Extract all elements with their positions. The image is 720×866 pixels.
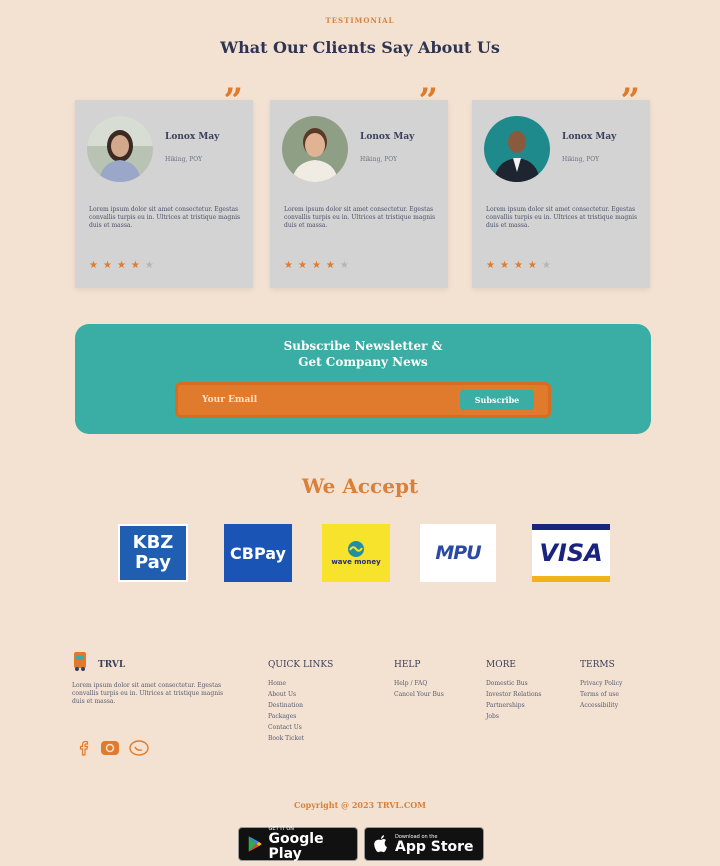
social-links [76,740,150,756]
star-icon: ★ [116,260,126,271]
star-empty-icon: ★ [541,260,551,271]
youtube-icon[interactable] [100,740,120,756]
footer-link-investor-relations[interactable]: Investor Relations [486,689,556,700]
whatsapp-icon[interactable] [128,740,150,756]
footer-link-jobs[interactable]: Jobs [486,711,556,722]
testimonial-card: ” Lonox May Hiking, POY Lorem ipsum dolo… [472,84,650,288]
testimonial-text: Lorem ipsum dolor sit amet consectetur. … [486,206,638,229]
wave-icon [348,541,364,557]
client-name: Lonox May [165,132,220,142]
star-empty-icon: ★ [144,260,154,271]
star-icon: ★ [325,260,335,271]
subscribe-button[interactable]: Subscribe [460,390,534,410]
rating: ★ ★ ★ ★ ★ [284,260,349,271]
star-icon: ★ [130,260,140,271]
copyright: Copyright @ 2023 TRVL.COM [293,800,427,810]
avatar [282,116,348,182]
visa-logo: VISA [532,524,610,582]
star-icon: ★ [513,260,523,271]
newsletter-title-line: Get Company News [298,355,428,369]
footer-link-faq[interactable]: Help / FAQ [394,678,444,689]
quote-icon: ” [223,81,243,121]
facebook-icon[interactable] [76,740,92,756]
wavemoney-logo: wave money [322,524,390,582]
newsletter-title-line: Subscribe Newsletter & [283,339,443,353]
kbzpay-logo: KBZ Pay [118,524,188,582]
footer-link-home[interactable]: Home [268,678,333,689]
client-name: Lonox May [360,132,415,142]
footer-link-domestic-bus[interactable]: Domestic Bus [486,678,556,689]
testimonial-card: ” Lonox May Hiking, POY Lorem ipsum dolo… [75,84,253,288]
section-title: What Our Clients Say About Us [220,38,500,57]
wavemoney-logo-text: wave money [331,558,381,566]
footer-link-contact[interactable]: Contact Us [268,722,333,733]
client-name: Lonox May [562,132,617,142]
kbzpay-logo-text: KBZ [132,532,174,553]
star-icon: ★ [486,260,495,271]
brand-description: Lorem ipsum dolor sit amet consectetur. … [72,682,224,705]
rating: ★ ★ ★ ★ ★ [89,260,154,271]
footer-column-terms: TERMS Privacy Policy Terms of use Access… [580,660,622,711]
star-empty-icon: ★ [339,260,349,271]
star-icon: ★ [284,260,293,271]
footer-link-about[interactable]: About Us [268,689,333,700]
footer-link-terms-of-use[interactable]: Terms of use [580,689,622,700]
star-icon: ★ [311,260,321,271]
star-icon: ★ [499,260,509,271]
google-play-button[interactable]: GET IT ON Google Play [238,826,358,862]
bus-logo-icon [74,652,86,671]
testimonial-text: Lorem ipsum dolor sit amet consectetur. … [89,206,241,229]
cbpay-logo: CBPay [224,524,292,582]
app-store-button[interactable]: Download on the App Store [364,827,484,861]
footer-link-destination[interactable]: Destination [268,700,333,711]
email-input[interactable] [202,392,422,408]
kbzpay-logo-text: Pay [134,552,172,573]
mpu-logo: MPU [420,524,496,582]
star-icon: ★ [89,260,98,271]
client-role: Hiking, POY [360,156,398,163]
footer-link-accessibility[interactable]: Accessibility [580,700,622,711]
footer-column-title: QUICK LINKS [268,660,334,670]
quote-icon: ” [620,81,640,121]
avatar [484,116,550,182]
google-play-icon [248,836,262,852]
footer-column-quick-links: QUICK LINKS Home About Us Destination Pa… [268,660,333,744]
client-role: Hiking, POY [562,156,600,163]
footer-column-title: MORE [486,660,516,670]
store-name: App Store [395,838,474,855]
footer-column-title: TERMS [580,660,615,670]
apple-icon [374,835,387,853]
client-role: Hiking, POY [165,156,203,163]
section-kicker: TESTIMONIAL [325,16,395,25]
newsletter-title: Subscribe Newsletter & Get Company News [75,338,651,370]
brand-name: TRVL [98,660,126,670]
store-name: Google Play [268,831,324,862]
footer-column-help: HELP Help / FAQ Cancel Your Bus [394,660,444,700]
newsletter-banner: Subscribe Newsletter & Get Company News … [75,324,651,434]
star-icon: ★ [297,260,307,271]
footer-link-packages[interactable]: Packages [268,711,333,722]
star-icon: ★ [102,260,112,271]
rating: ★ ★ ★ ★ ★ [486,260,551,271]
footer-link-privacy[interactable]: Privacy Policy [580,678,622,689]
testimonial-card: ” Lonox May Hiking, POY Lorem ipsum dolo… [270,84,448,288]
newsletter-form: Subscribe [175,382,551,418]
footer-column-more: MORE Domestic Bus Investor Relations Par… [486,660,556,722]
footer-column-title: HELP [394,660,421,670]
quote-icon: ” [418,81,438,121]
footer-link-book-ticket[interactable]: Book Ticket [268,733,333,744]
footer-link-partnerships[interactable]: Partnerships [486,700,556,711]
star-icon: ★ [527,260,537,271]
avatar [87,116,153,182]
payments-title: We Accept [301,474,419,498]
footer-link-cancel-bus[interactable]: Cancel Your Bus [394,689,444,700]
testimonial-text: Lorem ipsum dolor sit amet consectetur. … [284,206,436,229]
